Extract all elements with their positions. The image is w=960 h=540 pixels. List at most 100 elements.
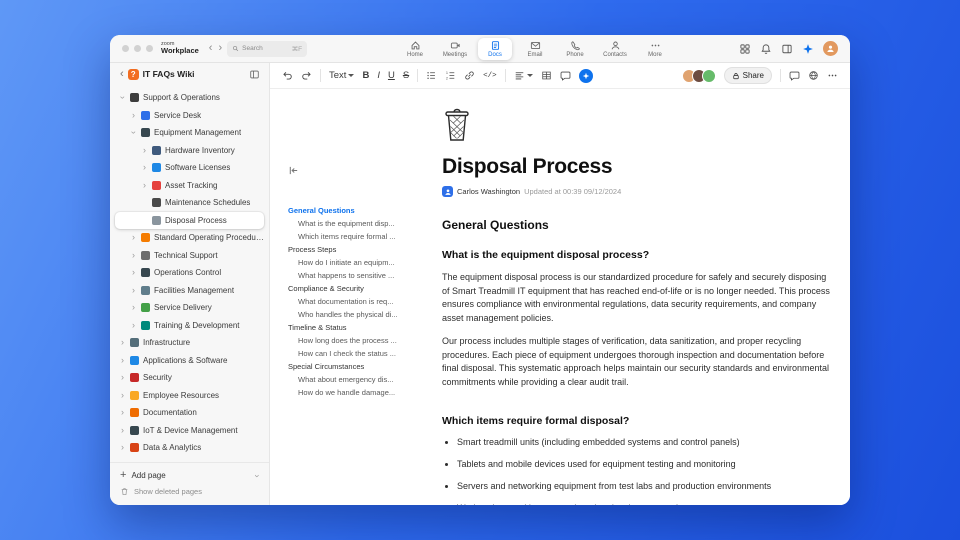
sidebar-item-security[interactable]: › Security (115, 369, 264, 387)
chevron-down-icon[interactable]: › (253, 474, 263, 477)
outline-item[interactable]: Process Steps (288, 243, 420, 256)
bell-icon[interactable] (760, 43, 772, 55)
chevron-right-icon[interactable]: › (119, 425, 126, 435)
outline-item[interactable]: Which items require formal ... (288, 230, 420, 243)
user-avatar[interactable] (823, 41, 838, 56)
outline-item[interactable]: Timeline & Status (288, 321, 420, 334)
sidebar-item-iot-device-management[interactable]: › IoT & Device Management (115, 422, 264, 440)
sidebar-item-technical-support[interactable]: › Technical Support (115, 247, 264, 265)
sidebar-item-hardware-inventory[interactable]: › Hardware Inventory (115, 142, 264, 160)
chevron-right-icon[interactable]: › (119, 355, 126, 365)
sidebar-item-software-licenses[interactable]: › Software Licenses (115, 159, 264, 177)
sidebar-item-support-operations[interactable]: › Support & Operations (115, 89, 264, 107)
chevron-right-icon[interactable]: › (119, 373, 126, 382)
outline-item[interactable]: General Questions (288, 204, 420, 217)
chevron-right-icon[interactable]: › (130, 250, 137, 260)
underline-button[interactable]: U (388, 70, 395, 81)
sidebar-item-service-desk[interactable]: › Service Desk (115, 107, 264, 125)
minimize-window-button[interactable] (134, 45, 141, 52)
link-icon[interactable] (464, 70, 475, 81)
maximize-window-button[interactable] (146, 45, 153, 52)
code-button[interactable]: </> (483, 72, 497, 80)
outline-item[interactable]: Who handles the physical di... (288, 308, 420, 321)
chevron-right-icon[interactable]: › (130, 233, 137, 242)
sidebar-item-training-development[interactable]: › Training & Development (115, 317, 264, 335)
nav-forward-button[interactable]: › (215, 43, 225, 54)
outline-item[interactable]: How can I check the status ... (288, 347, 420, 360)
bold-button[interactable]: B (362, 70, 369, 81)
close-window-button[interactable] (122, 45, 129, 52)
ai-companion-button[interactable] (578, 68, 593, 83)
collaborator-avatar[interactable] (701, 68, 716, 83)
chevron-right-icon[interactable]: › (141, 145, 148, 155)
chevron-right-icon[interactable]: › (141, 163, 148, 172)
strikethrough-button[interactable]: S (403, 70, 409, 81)
sidebar-item-employee-resources[interactable]: › Employee Resources (115, 387, 264, 405)
sidebar-item-documentation[interactable]: › Documentation (115, 404, 264, 422)
sidebar-item-disposal-process[interactable]: Disposal Process (115, 211, 264, 229)
sidebar-item-asset-tracking[interactable]: › Asset Tracking (115, 177, 264, 195)
sidebar-item-applications-software[interactable]: › Applications & Software (115, 352, 264, 370)
document-content[interactable]: Disposal Process Carlos Washington Updat… (442, 89, 834, 505)
outline-item[interactable]: What is the equipment disp... (288, 217, 420, 230)
sidebar-item-data-analytics[interactable]: › Data & Analytics (115, 439, 264, 457)
chevron-right-icon[interactable]: › (119, 338, 126, 347)
align-dropdown[interactable] (514, 70, 533, 81)
sidebar-item-operations-control[interactable]: › Operations Control (115, 264, 264, 282)
sidebar-item-service-delivery[interactable]: › Service Delivery (115, 299, 264, 317)
global-search-input[interactable]: Search ⌘F (227, 40, 308, 57)
outline-item[interactable]: How do I initiate an equipm... (288, 256, 420, 269)
more-dots-icon[interactable] (827, 70, 838, 81)
numbered-list-icon[interactable]: 12 (445, 70, 456, 81)
bullet-list-icon[interactable] (426, 70, 437, 81)
ai-companion-icon[interactable] (802, 43, 814, 55)
chevron-right-icon[interactable]: › (130, 110, 137, 120)
tab-phone[interactable]: Phone (558, 38, 592, 60)
sidebar-item-maintenance-schedules[interactable]: Maintenance Schedules (115, 194, 264, 212)
outline-item[interactable]: What happens to sensitive ... (288, 269, 420, 282)
chevron-right-icon[interactable]: › (119, 390, 126, 400)
outline-item[interactable]: How do we handle damage... (288, 386, 420, 399)
undo-icon[interactable] (282, 70, 293, 81)
chevron-right-icon[interactable]: › (130, 320, 137, 330)
outline-item[interactable]: How long does the process ... (288, 334, 420, 347)
tab-email[interactable]: Email (518, 38, 552, 60)
tab-meetings[interactable]: Meetings (438, 38, 472, 60)
comment-icon[interactable] (560, 70, 571, 81)
collapse-sidebar-icon[interactable] (249, 69, 260, 80)
side-panel-icon[interactable] (781, 43, 793, 55)
tab-docs[interactable]: Docs (478, 37, 512, 60)
show-deleted-pages-button[interactable]: Show deleted pages (120, 484, 259, 499)
add-page-button[interactable]: + Add page › (120, 467, 263, 484)
insert-table-icon[interactable] (541, 70, 552, 81)
sidebar-item-standard-operating-procedures[interactable]: › Standard Operating Procedures (115, 229, 264, 247)
outline-item[interactable]: Special Circumstances (288, 360, 420, 373)
chevron-right-icon[interactable]: › (130, 285, 137, 295)
chevron-right-icon[interactable]: › (130, 303, 137, 312)
sidebar-back-button[interactable]: ‹ (120, 68, 124, 80)
outline-item[interactable]: Compliance & Security (288, 282, 420, 295)
redo-icon[interactable] (301, 70, 312, 81)
sidebar-item-facilities-management[interactable]: › Facilities Management (115, 282, 264, 300)
italic-button[interactable]: I (377, 70, 380, 81)
chevron-down-icon[interactable]: › (118, 94, 128, 101)
sidebar-item-infrastructure[interactable]: › Infrastructure (115, 334, 264, 352)
chevron-down-icon[interactable]: › (129, 129, 139, 136)
outline-item[interactable]: What documentation is req... (288, 295, 420, 308)
outline-item[interactable]: What about emergency dis... (288, 373, 420, 386)
comments-panel-icon[interactable] (789, 70, 800, 81)
chevron-right-icon[interactable]: › (141, 180, 148, 190)
chevron-right-icon[interactable]: › (119, 443, 126, 452)
chevron-right-icon[interactable]: › (119, 408, 126, 417)
text-style-dropdown[interactable]: Text (329, 70, 355, 81)
tab-contacts[interactable]: Contacts (598, 38, 632, 60)
globe-icon[interactable] (808, 70, 819, 81)
chevron-right-icon[interactable]: › (130, 268, 137, 277)
tab-home[interactable]: Home (398, 38, 432, 60)
share-button[interactable]: Share (723, 67, 772, 84)
nav-back-button[interactable]: ‹ (206, 43, 216, 54)
sidebar-item-equipment-management[interactable]: › Equipment Management (115, 124, 264, 142)
tab-more[interactable]: More (638, 38, 672, 60)
apps-icon[interactable] (739, 43, 751, 55)
collapse-outline-icon[interactable] (288, 165, 299, 176)
